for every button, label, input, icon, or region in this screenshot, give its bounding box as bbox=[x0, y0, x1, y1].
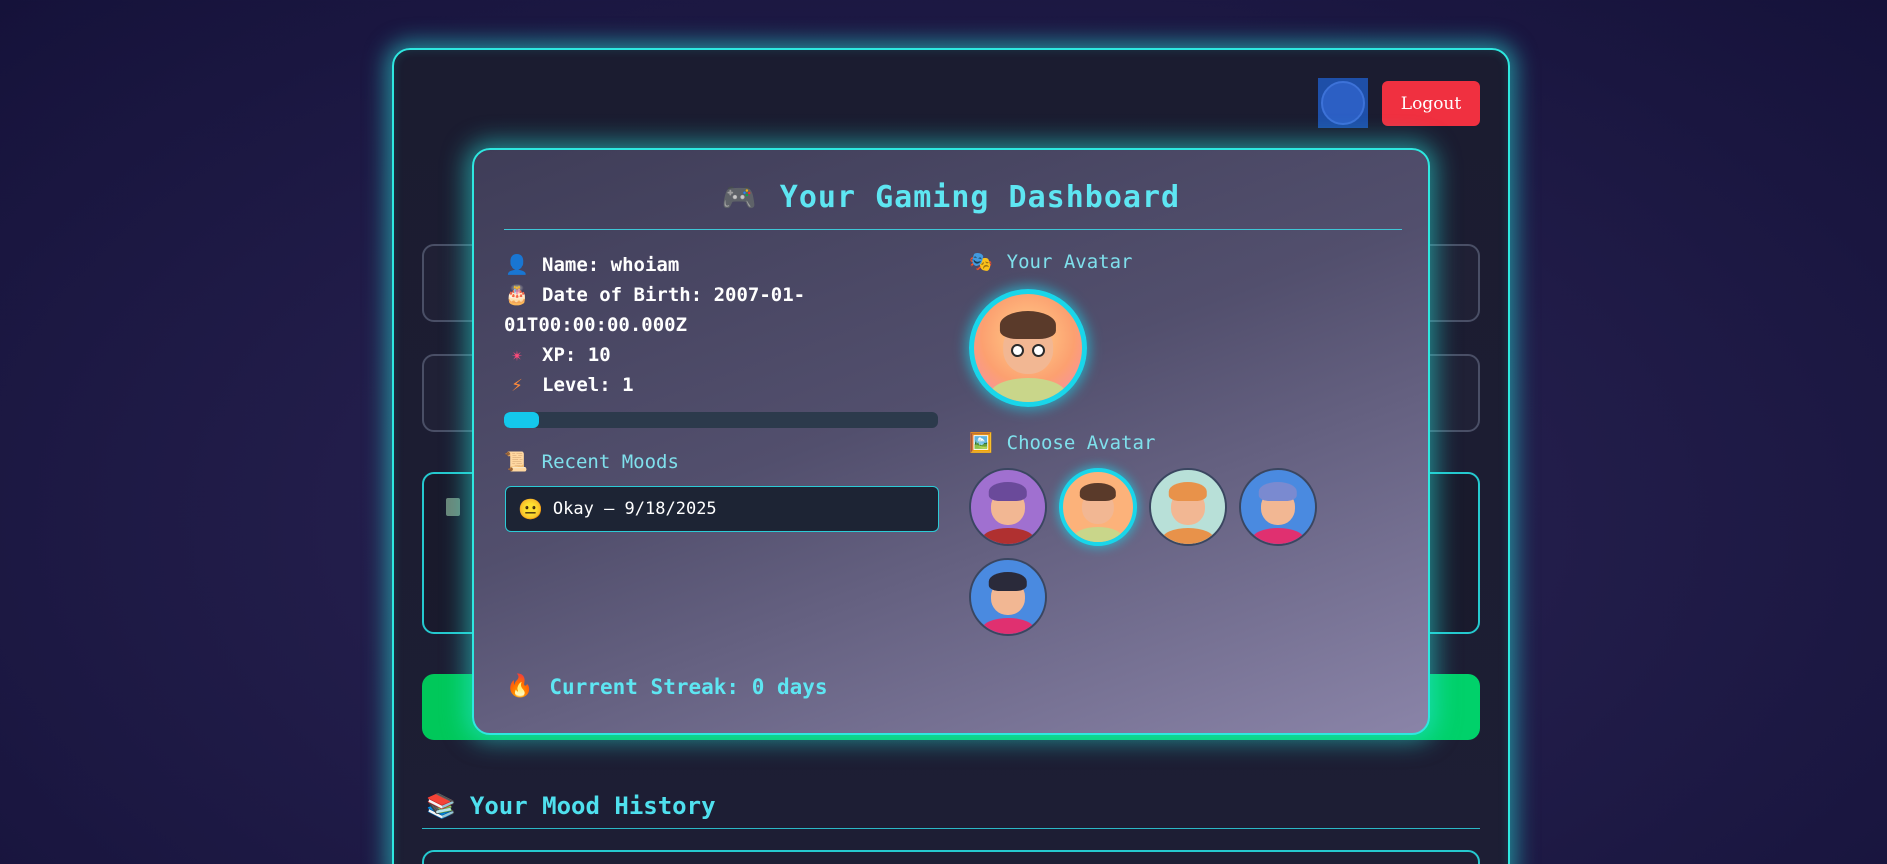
avatar bbox=[1321, 81, 1365, 125]
avatar-blue-hair[interactable] bbox=[1239, 468, 1317, 546]
mood-history-title: Your Mood History bbox=[469, 792, 716, 820]
xp-label: XP: bbox=[542, 344, 577, 366]
avatar-eye bbox=[1032, 343, 1046, 357]
avatar-body bbox=[1073, 526, 1123, 542]
lightning-icon: ⚡ bbox=[511, 374, 523, 396]
level-value: 1 bbox=[622, 374, 634, 396]
user-icon: 👤 bbox=[505, 254, 529, 276]
avatar-body bbox=[1162, 527, 1214, 544]
avatar-hair bbox=[1168, 481, 1208, 502]
avatar-hair bbox=[1079, 483, 1117, 502]
gamepad-icon: 🎮 bbox=[721, 181, 758, 214]
avatar-body bbox=[990, 378, 1066, 402]
avatar-options-grid bbox=[969, 468, 1317, 636]
mood-entry-text: Okay — 9/18/2025 bbox=[552, 499, 717, 519]
dob-value-part2: 01T00:00:00.000Z bbox=[504, 314, 688, 336]
avatar-hair bbox=[988, 481, 1028, 502]
scroll-icon: 📜 bbox=[504, 451, 528, 473]
xp-value: 10 bbox=[587, 344, 611, 366]
dob-label: Date of Birth: bbox=[542, 284, 703, 306]
xp-row: ✴ XP: 10 bbox=[504, 340, 944, 370]
avatar-hair bbox=[988, 571, 1028, 592]
theater-masks-icon: 🎭 bbox=[969, 251, 993, 273]
avatar-hair bbox=[999, 311, 1057, 340]
avatar-body bbox=[982, 617, 1034, 634]
current-avatar bbox=[969, 289, 1087, 407]
avatar-glasses-boy[interactable] bbox=[1059, 468, 1137, 546]
xp-progress-fill bbox=[504, 412, 539, 428]
streak-display: 🔥 Current Streak: 0 days bbox=[506, 674, 828, 699]
dashboard-title-text: Your Gaming Dashboard bbox=[779, 180, 1181, 215]
avatar-body bbox=[1252, 527, 1304, 544]
avatar-eye bbox=[1010, 343, 1024, 357]
level-row: ⚡ Level: 1 bbox=[504, 370, 944, 400]
neutral-face-icon: 😐 bbox=[518, 497, 543, 521]
dob-row: 🎂 Date of Birth: 2007-01- 01T00:00:00.000Z bbox=[504, 280, 944, 340]
divider bbox=[504, 229, 1402, 230]
list-item: 😐 Okay — 9/18/2025 bbox=[505, 486, 939, 532]
books-icon: 📚 bbox=[426, 792, 456, 820]
avatar-purple-hair[interactable] bbox=[969, 468, 1047, 546]
mood-history-list bbox=[422, 850, 1480, 864]
level-label: Level: bbox=[542, 374, 611, 396]
avatar-braids-girl[interactable] bbox=[969, 558, 1047, 636]
picture-icon: 🖼️ bbox=[969, 432, 993, 454]
name-row: 👤 Name: whoiam bbox=[504, 250, 944, 280]
user-avatar-button[interactable] bbox=[1318, 78, 1368, 128]
your-avatar-heading: 🎭 Your Avatar bbox=[969, 250, 1317, 274]
birthday-cake-icon: 🎂 bbox=[505, 284, 529, 306]
xp-progress-bar bbox=[504, 412, 938, 428]
streak-text: Current Streak: 0 days bbox=[549, 674, 828, 699]
name-label: Name: bbox=[542, 254, 600, 276]
avatar-body bbox=[982, 527, 1034, 544]
avatar-section: 🎭 Your Avatar 🖼️ Choose Avatar bbox=[969, 250, 1317, 636]
your-avatar-title: Your Avatar bbox=[1006, 250, 1133, 273]
logout-button[interactable]: Logout bbox=[1382, 81, 1480, 126]
avatar-hijab-girl[interactable] bbox=[1149, 468, 1227, 546]
recent-moods-heading: 📜 Recent Moods bbox=[504, 450, 679, 474]
sparkle-icon: ✴ bbox=[511, 344, 523, 366]
fire-icon: 🔥 bbox=[506, 674, 534, 699]
dashboard-title: 🎮 Your Gaming Dashboard bbox=[474, 180, 1428, 215]
gaming-dashboard-modal: 🎮 Your Gaming Dashboard 👤 Name: whoiam 🎂 Da… bbox=[472, 148, 1430, 735]
recent-moods-title: Recent Moods bbox=[541, 450, 679, 473]
dob-value-part1: 2007-01- bbox=[713, 284, 806, 306]
profile-info: 👤 Name: whoiam 🎂 Date of Birth: 2007-01- 01… bbox=[504, 250, 944, 428]
choose-avatar-title: Choose Avatar bbox=[1006, 431, 1156, 454]
divider bbox=[422, 828, 1480, 829]
choose-avatar-heading: 🖼️ Choose Avatar bbox=[969, 431, 1317, 455]
document-icon bbox=[446, 498, 460, 516]
name-value: whoiam bbox=[610, 254, 680, 276]
avatar-hair bbox=[1258, 481, 1298, 502]
mood-history-heading: 📚 Your Mood History bbox=[426, 792, 716, 820]
